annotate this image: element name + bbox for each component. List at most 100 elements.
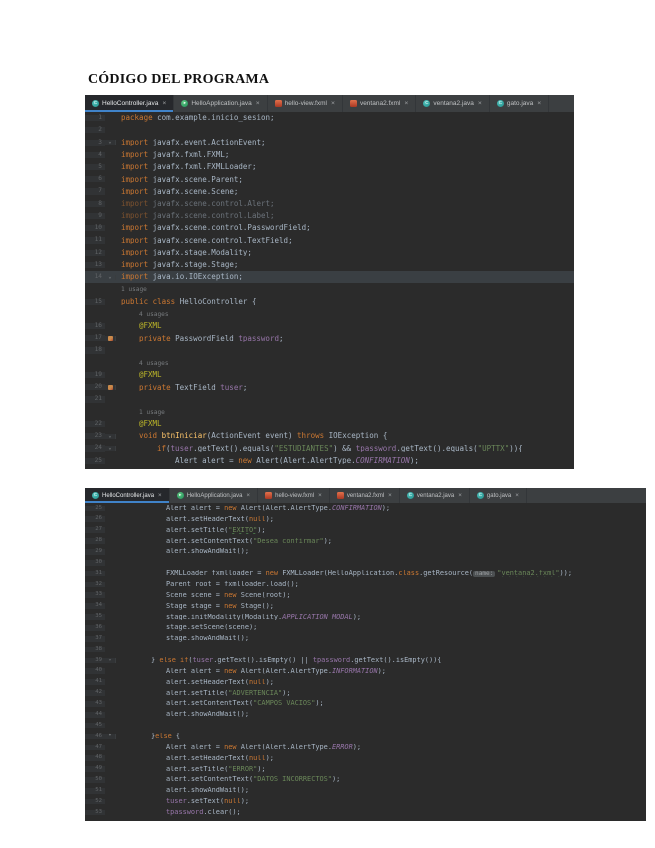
code-text: alert.setTitle("ÉXITO"); bbox=[116, 527, 646, 534]
code-line: 52tuser.setText(null); bbox=[85, 796, 646, 807]
line-number: 50 bbox=[85, 777, 105, 783]
usages-inlay-text[interactable]: 4 usages bbox=[139, 311, 169, 318]
line-number: 36 bbox=[85, 625, 105, 631]
line-number: 35 bbox=[85, 614, 105, 620]
fold-icon: ⌄ bbox=[105, 658, 116, 663]
fold-icon: ⌄ bbox=[105, 275, 116, 280]
code-text: import javafx.stage.Stage; bbox=[116, 261, 574, 269]
code-text: void btnIniciar(ActionEvent event) throw… bbox=[116, 432, 574, 440]
code-line: 40Alert alert = new Alert(Alert.AlertTyp… bbox=[85, 666, 646, 677]
code-line: 17private PasswordField tpassword; bbox=[85, 332, 574, 344]
code-editor[interactable]: 1package com.example.inicio_sesion;23⌄im… bbox=[85, 112, 574, 467]
code-line: 12import javafx.stage.Modality; bbox=[85, 247, 574, 259]
code-text: public class HelloController { bbox=[116, 298, 574, 306]
line-number: 4 bbox=[85, 152, 105, 158]
code-text: alert.showAndWait(); bbox=[116, 711, 646, 718]
code-line: 25Alert alert = new Alert(Alert.AlertTyp… bbox=[85, 503, 646, 514]
close-icon[interactable]: × bbox=[404, 100, 408, 107]
tab-ventana2-fxml[interactable]: ventana2.fxml × bbox=[343, 95, 416, 112]
runnable-file-icon: ▸ bbox=[181, 100, 188, 107]
code-text: import javafx.scene.Scene; bbox=[116, 188, 574, 196]
runnable-file-icon: ▸ bbox=[177, 492, 184, 499]
close-icon[interactable]: × bbox=[388, 492, 392, 499]
tab-label: gato.java bbox=[507, 100, 533, 107]
code-text: Stage stage = new Stage(); bbox=[116, 603, 646, 610]
code-line: 19@FXML bbox=[85, 369, 574, 381]
tab-label: hello-view.fxml bbox=[275, 493, 314, 499]
close-icon[interactable]: × bbox=[458, 492, 462, 499]
code-line: 37stage.showAndWait(); bbox=[85, 633, 646, 644]
tab-label: ventana2.java bbox=[433, 100, 473, 107]
tab-ventana2-java[interactable]: Cventana2.java× bbox=[416, 95, 489, 112]
line-number: 25 bbox=[85, 458, 105, 464]
code-line: 28 alert.setContentText("Desea confirmar"… bbox=[85, 536, 646, 547]
line-number: 3 bbox=[85, 140, 105, 146]
line-number: 16 bbox=[85, 323, 105, 329]
usages-inlay: 1 usage bbox=[116, 285, 574, 293]
code-line: 8import javafx.scene.control.Alert; bbox=[85, 198, 574, 210]
code-text: } else if(tuser.getText().isEmpty() || t… bbox=[116, 657, 646, 664]
code-line: 24⌄if(tuser.getText().equals("ESTUDIANTE… bbox=[85, 442, 574, 454]
line-number: 8 bbox=[85, 201, 105, 207]
line-number: 27 bbox=[85, 527, 105, 533]
tab-gato-java[interactable]: Cgato.java× bbox=[470, 488, 527, 503]
code-line: 29alert.showAndWait(); bbox=[85, 546, 646, 557]
code-text: alert.setContentText("Desea confirmar"); bbox=[116, 538, 646, 545]
tab-label: HelloApplication.java bbox=[191, 100, 251, 107]
code-line: 1 usage bbox=[85, 406, 574, 418]
close-icon[interactable]: × bbox=[256, 100, 260, 107]
close-icon[interactable]: × bbox=[318, 492, 322, 499]
close-icon[interactable]: × bbox=[158, 492, 162, 499]
code-line: 33Scene scene = new Scene(root); bbox=[85, 590, 646, 601]
code-line: 23⌄void btnIniciar(ActionEvent event) th… bbox=[85, 430, 574, 442]
code-text: stage.initModality(Modality.APPLICATION_… bbox=[116, 614, 646, 621]
code-text: private TextField tuser; bbox=[116, 384, 574, 392]
tab-ventana2-java[interactable]: Cventana2.java× bbox=[400, 488, 470, 503]
usages-inlay-text[interactable]: 1 usage bbox=[139, 409, 165, 416]
code-text: }else { bbox=[116, 733, 646, 740]
usages-inlay-text[interactable]: 4 usages bbox=[139, 360, 169, 367]
tab-hellocontroller-java[interactable]: CHelloController.java× bbox=[85, 95, 174, 112]
field-gutter-icon bbox=[105, 336, 116, 341]
tab-gato-java[interactable]: Cgato.java× bbox=[490, 95, 549, 112]
tab-ventana2-fxml[interactable]: ventana2.fxml × bbox=[330, 488, 400, 503]
line-number: 9 bbox=[85, 213, 105, 219]
usages-inlay: 1 usage bbox=[116, 408, 574, 416]
line-number: 23 bbox=[85, 433, 105, 439]
code-line: 51alert.showAndWait(); bbox=[85, 785, 646, 796]
line-number: 47 bbox=[85, 745, 105, 751]
code-text: alert.setTitle("ERROR"); bbox=[116, 766, 646, 773]
code-text: import javafx.scene.Parent; bbox=[116, 176, 574, 184]
line-number: 19 bbox=[85, 372, 105, 378]
line-number: 28 bbox=[85, 538, 105, 544]
tab-label: hello-view.fxml bbox=[285, 100, 327, 107]
tab-helloapplication-java[interactable]: ▸HelloApplication.java× bbox=[170, 488, 258, 503]
class-file-icon: C bbox=[477, 492, 484, 499]
usages-inlay-text[interactable]: 1 usage bbox=[121, 286, 147, 293]
code-line: 50alert.setContentText("DATOS INCORRECTO… bbox=[85, 774, 646, 785]
line-number: 44 bbox=[85, 712, 105, 718]
code-line: 35 stage.initModality(Modality.APPLICATIO… bbox=[85, 612, 646, 623]
code-editor[interactable]: 25Alert alert = new Alert(Alert.AlertTyp… bbox=[85, 503, 646, 818]
close-icon[interactable]: × bbox=[478, 100, 482, 107]
close-icon[interactable]: × bbox=[162, 100, 166, 107]
close-icon[interactable]: × bbox=[515, 492, 519, 499]
close-icon[interactable]: × bbox=[331, 100, 335, 107]
code-text: import javafx.stage.Modality; bbox=[116, 249, 574, 257]
code-text: alert.setHeaderText(null); bbox=[116, 755, 646, 762]
tab-hellocontroller-java[interactable]: CHelloController.java× bbox=[85, 488, 170, 503]
page-title: CÓDIGO DEL PROGRAMA bbox=[88, 72, 269, 88]
fxml-file-icon bbox=[275, 100, 282, 107]
line-number: 31 bbox=[85, 571, 105, 577]
close-icon[interactable]: × bbox=[246, 492, 250, 499]
close-icon[interactable]: × bbox=[537, 100, 541, 107]
tab-hello-view-fxml[interactable]: hello-view.fxml × bbox=[258, 488, 330, 503]
tab-label: ventana2.fxml bbox=[360, 100, 400, 107]
tab-hello-view-fxml[interactable]: hello-view.fxml × bbox=[268, 95, 343, 112]
line-number: 15 bbox=[85, 299, 105, 305]
code-line: 49alert.setTitle("ERROR"); bbox=[85, 764, 646, 775]
line-number: 26 bbox=[85, 516, 105, 522]
code-text: import javafx.scene.control.Label; bbox=[116, 212, 574, 220]
tab-helloapplication-java[interactable]: ▸HelloApplication.java × bbox=[174, 95, 267, 112]
tab-label: ventana2.fxml bbox=[347, 493, 384, 499]
